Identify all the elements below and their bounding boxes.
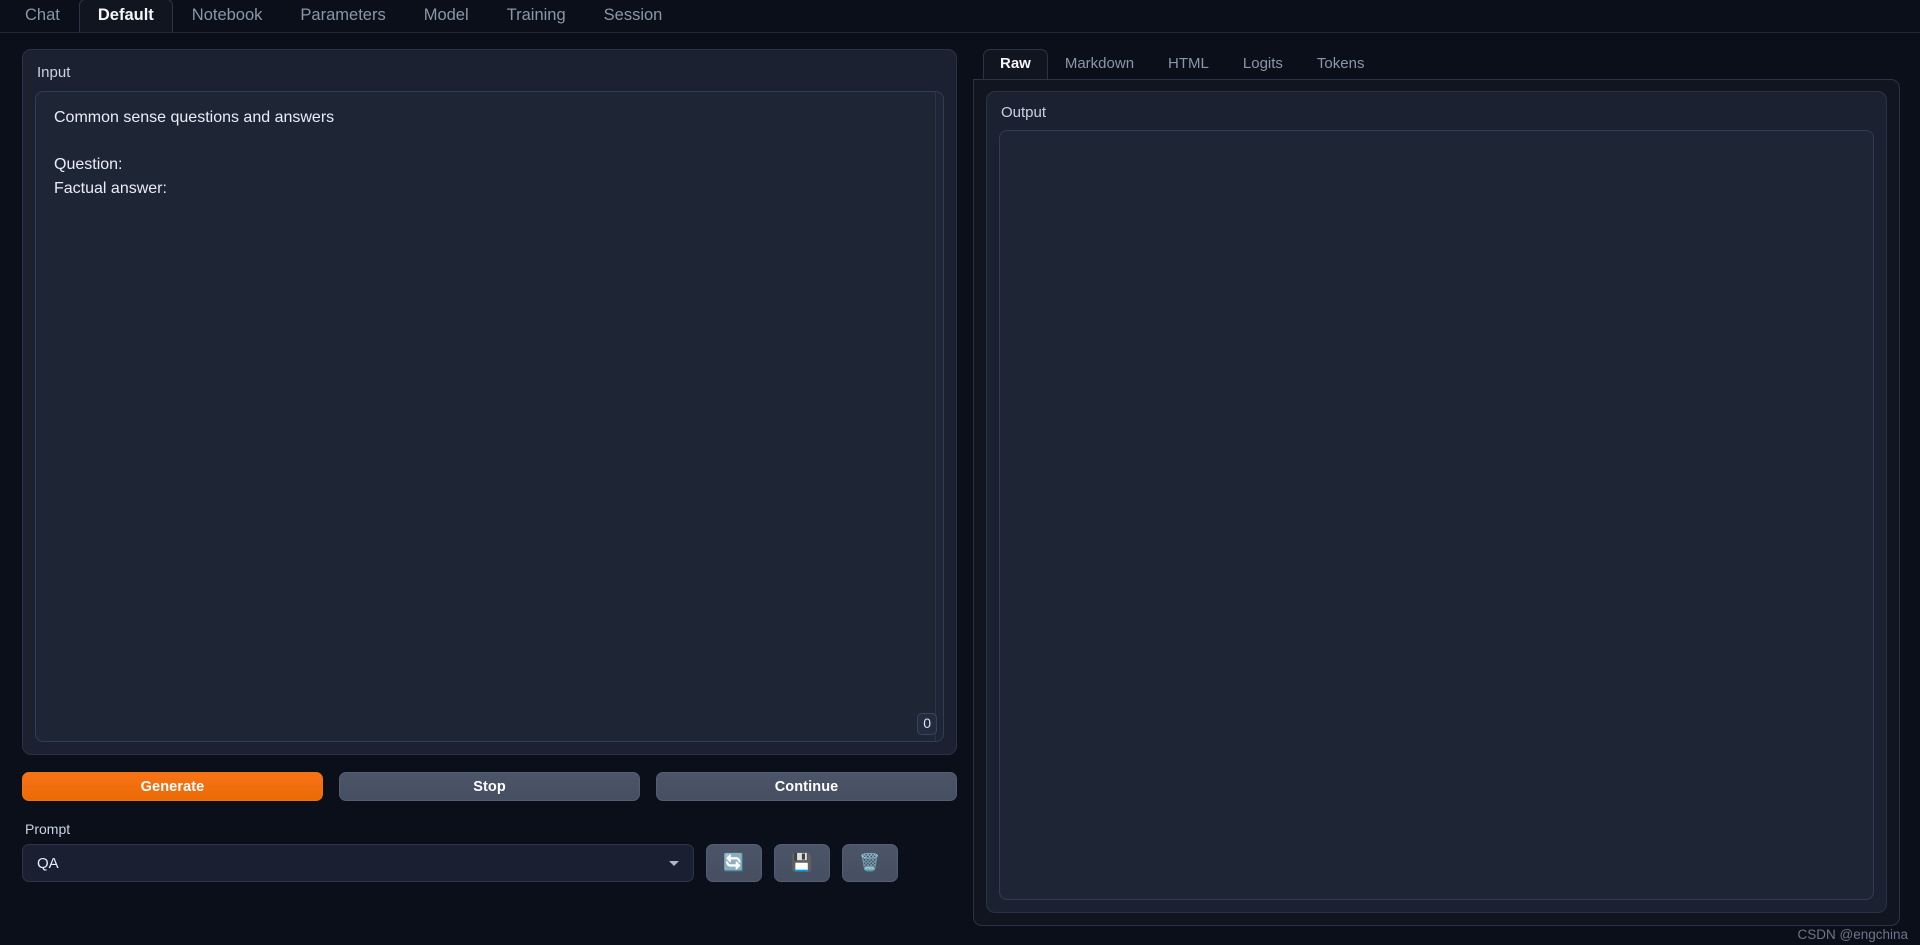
topnav-tab-model[interactable]: Model bbox=[405, 0, 488, 32]
tab-html[interactable]: HTML bbox=[1151, 49, 1226, 79]
output-column: Raw Markdown HTML Logits Tokens Output bbox=[973, 49, 1900, 945]
tab-markdown[interactable]: Markdown bbox=[1048, 49, 1151, 79]
prompt-label: Prompt bbox=[25, 821, 71, 837]
save-icon: 💾 bbox=[791, 853, 813, 872]
prompt-row: QA 🔄 💾 🗑️ bbox=[22, 844, 957, 882]
prompt-select-value: QA bbox=[37, 854, 59, 872]
output-textbox[interactable] bbox=[999, 130, 1874, 900]
input-scrollbar[interactable] bbox=[935, 92, 936, 741]
tab-logits[interactable]: Logits bbox=[1226, 49, 1300, 79]
stop-button[interactable]: Stop bbox=[339, 772, 640, 801]
input-panel: Input Common sense questions and answers… bbox=[22, 49, 957, 755]
token-count-badge: 0 bbox=[917, 713, 937, 735]
refresh-icon: 🔄 bbox=[723, 853, 745, 872]
main-tab-bar: Chat Default Notebook Parameters Model T… bbox=[0, 0, 1920, 33]
topnav-tab-default[interactable]: Default bbox=[78, 0, 173, 32]
topnav-tab-parameters[interactable]: Parameters bbox=[281, 0, 404, 32]
input-textarea[interactable]: Common sense questions and answers Quest… bbox=[36, 92, 943, 741]
output-tab-bar: Raw Markdown HTML Logits Tokens bbox=[973, 49, 1900, 79]
delete-button[interactable]: 🗑️ bbox=[842, 844, 898, 882]
refresh-button[interactable]: 🔄 bbox=[706, 844, 762, 882]
topnav-tab-training[interactable]: Training bbox=[488, 0, 585, 32]
watermark: CSDN @engchina bbox=[1797, 927, 1908, 942]
topnav-tab-chat[interactable]: Chat bbox=[6, 0, 79, 32]
prompt-select[interactable]: QA bbox=[22, 844, 694, 882]
workspace: Input Common sense questions and answers… bbox=[0, 33, 1920, 945]
tab-tokens[interactable]: Tokens bbox=[1300, 49, 1382, 79]
output-panel: Output bbox=[986, 91, 1887, 913]
generate-button[interactable]: Generate bbox=[22, 772, 323, 801]
tab-raw[interactable]: Raw bbox=[983, 49, 1048, 79]
input-column: Input Common sense questions and answers… bbox=[22, 49, 957, 945]
delete-icon: 🗑️ bbox=[859, 853, 881, 872]
output-panel-label: Output bbox=[1001, 104, 1047, 121]
topnav-tab-session[interactable]: Session bbox=[585, 0, 682, 32]
continue-button[interactable]: Continue bbox=[656, 772, 957, 801]
input-panel-label: Input bbox=[37, 64, 71, 81]
save-button[interactable]: 💾 bbox=[774, 844, 830, 882]
action-button-row: Generate Stop Continue bbox=[22, 772, 957, 801]
input-textarea-wrapper[interactable]: Common sense questions and answers Quest… bbox=[35, 91, 944, 742]
output-tab-panel: Output bbox=[973, 79, 1900, 926]
chevron-down-icon bbox=[669, 860, 679, 866]
topnav-tab-notebook[interactable]: Notebook bbox=[173, 0, 282, 32]
